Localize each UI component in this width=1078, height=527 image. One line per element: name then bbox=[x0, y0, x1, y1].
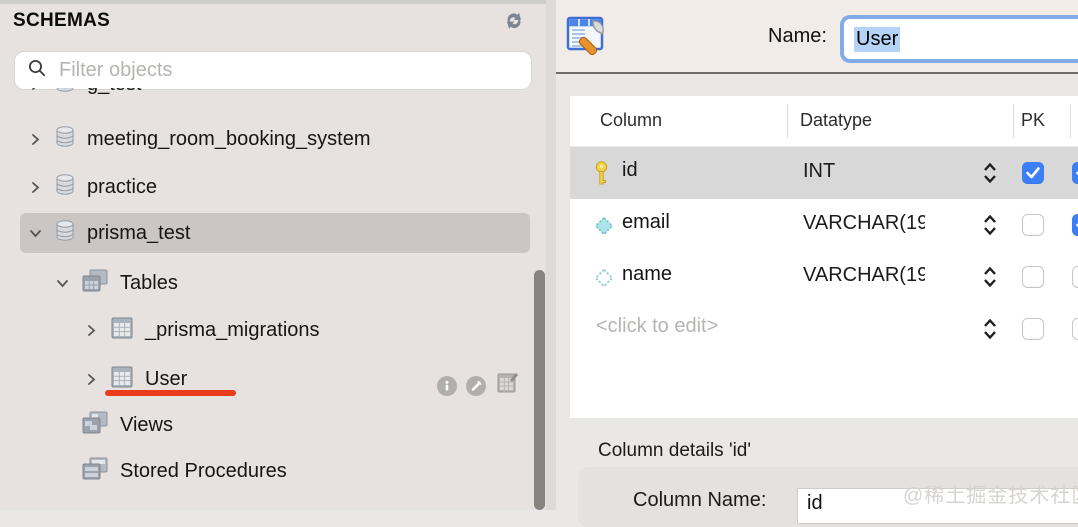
tree-item-label: meeting_room_booking_system bbox=[87, 128, 371, 151]
tree-item-label: Stored Procedures bbox=[120, 460, 287, 483]
datatype-stepper-icon[interactable] bbox=[983, 317, 997, 341]
pk-checkbox[interactable] bbox=[1022, 214, 1044, 236]
watermark: @稀土掘金技术社区 bbox=[903, 479, 1078, 508]
database-icon bbox=[54, 173, 76, 202]
datatype-stepper-icon[interactable] bbox=[983, 265, 997, 289]
chevron-right-icon[interactable] bbox=[84, 372, 99, 387]
tree-item-label: User bbox=[145, 368, 187, 391]
chevron-right-icon[interactable] bbox=[84, 323, 99, 338]
column-name-label: Column Name: bbox=[633, 489, 766, 512]
red-underline-annotation bbox=[105, 390, 236, 396]
table-edit-icon[interactable] bbox=[495, 371, 519, 400]
search-icon bbox=[27, 58, 47, 83]
header-separator bbox=[1070, 104, 1071, 138]
tree-item-label: practice bbox=[87, 176, 157, 199]
column-row-new[interactable]: <click to edit> bbox=[570, 303, 1078, 355]
chevron-right-icon[interactable] bbox=[28, 132, 43, 147]
tree-item-label: g_test bbox=[87, 88, 141, 96]
sidebar-top-strip bbox=[0, 0, 546, 4]
column-details-title: Column details 'id' bbox=[598, 440, 751, 462]
schemas-title: SCHEMAS bbox=[13, 10, 110, 32]
tables-folder-icon bbox=[81, 268, 109, 299]
database-icon bbox=[54, 219, 76, 248]
columns-grid: Column Datatype PK id INT bbox=[570, 96, 1078, 418]
pk-checkbox[interactable] bbox=[1022, 162, 1044, 184]
table-name-input[interactable]: User bbox=[844, 19, 1078, 59]
filter-objects-box[interactable] bbox=[14, 51, 532, 90]
tree-item-meeting-room-booking-system[interactable]: meeting_room_booking_system bbox=[28, 121, 371, 157]
column-name[interactable]: name bbox=[622, 263, 672, 286]
chevron-down-icon[interactable] bbox=[55, 276, 70, 291]
column-name[interactable]: id bbox=[622, 159, 638, 182]
tree-item-practice[interactable]: practice bbox=[28, 169, 157, 205]
chevron-right-icon[interactable] bbox=[28, 180, 43, 195]
column-diamond-filled-icon bbox=[594, 216, 614, 241]
tree-item-label: Views bbox=[120, 414, 173, 437]
nn-checkbox[interactable] bbox=[1072, 214, 1078, 236]
column-datatype[interactable]: VARCHAR(191) bbox=[803, 264, 925, 287]
database-icon bbox=[54, 125, 76, 154]
stored-procedures-folder-icon bbox=[81, 456, 109, 487]
tree-item-label: Tables bbox=[120, 272, 178, 295]
tree-item-label: _prisma_migrations bbox=[145, 319, 320, 342]
column-row-id[interactable]: id INT bbox=[570, 147, 1078, 199]
tree-item-stored-procedures[interactable]: Stored Procedures bbox=[55, 453, 287, 489]
column-header-datatype[interactable]: Datatype bbox=[800, 110, 872, 131]
tree-item-prisma-test[interactable]: prisma_test bbox=[28, 215, 190, 251]
nn-checkbox[interactable] bbox=[1072, 266, 1078, 288]
refresh-schemas-icon[interactable] bbox=[501, 9, 527, 33]
tree-item-prisma-migrations[interactable]: _prisma_migrations bbox=[84, 312, 320, 348]
views-folder-icon bbox=[81, 410, 109, 441]
primary-key-icon bbox=[594, 161, 609, 192]
name-label: Name: bbox=[768, 25, 827, 48]
pk-checkbox[interactable] bbox=[1022, 266, 1044, 288]
table-editor-wrench-icon bbox=[565, 13, 611, 64]
tree-item-views[interactable]: Views bbox=[55, 407, 173, 443]
table-info-icon[interactable] bbox=[437, 376, 457, 396]
filter-objects-input[interactable] bbox=[57, 58, 519, 83]
tree-item-label: prisma_test bbox=[87, 222, 190, 245]
column-name[interactable]: email bbox=[622, 211, 670, 234]
sidebar-scrollbar[interactable] bbox=[534, 270, 545, 510]
column-name-value: id bbox=[807, 492, 823, 515]
table-row-actions bbox=[437, 371, 519, 400]
column-row-email[interactable]: email VARCHAR(191) bbox=[570, 199, 1078, 251]
table-icon bbox=[110, 316, 134, 345]
tree-item-clipped[interactable]: g_test bbox=[0, 88, 400, 99]
header-separator bbox=[787, 104, 788, 138]
column-header-column[interactable]: Column bbox=[600, 110, 662, 131]
column-row-name[interactable]: name VARCHAR(191) bbox=[570, 251, 1078, 303]
datatype-stepper-icon[interactable] bbox=[983, 213, 997, 237]
nn-checkbox[interactable] bbox=[1072, 162, 1078, 184]
chevron-right-icon bbox=[28, 88, 43, 92]
tree-item-tables[interactable]: Tables bbox=[55, 265, 178, 301]
column-diamond-outline-icon bbox=[594, 268, 614, 293]
table-editor-header: Name: User bbox=[556, 0, 1078, 74]
click-to-edit-placeholder[interactable]: <click to edit> bbox=[596, 315, 718, 338]
table-name-value: User bbox=[854, 27, 900, 52]
table-maintenance-wrench-icon[interactable] bbox=[466, 376, 486, 396]
pk-checkbox[interactable] bbox=[1022, 318, 1044, 340]
column-datatype[interactable]: INT bbox=[803, 160, 925, 183]
column-datatype[interactable]: VARCHAR(191) bbox=[803, 212, 925, 235]
header-separator bbox=[1013, 104, 1014, 138]
table-editor-panel: Name: User Column Datatype PK id INT bbox=[556, 0, 1078, 510]
nn-checkbox[interactable] bbox=[1072, 318, 1078, 340]
column-header-pk[interactable]: PK bbox=[1021, 110, 1045, 131]
chevron-down-icon[interactable] bbox=[28, 226, 43, 241]
database-icon bbox=[54, 88, 76, 99]
schemas-sidebar: SCHEMAS g_test meeting_ bbox=[0, 0, 546, 510]
datatype-stepper-icon[interactable] bbox=[983, 161, 997, 185]
